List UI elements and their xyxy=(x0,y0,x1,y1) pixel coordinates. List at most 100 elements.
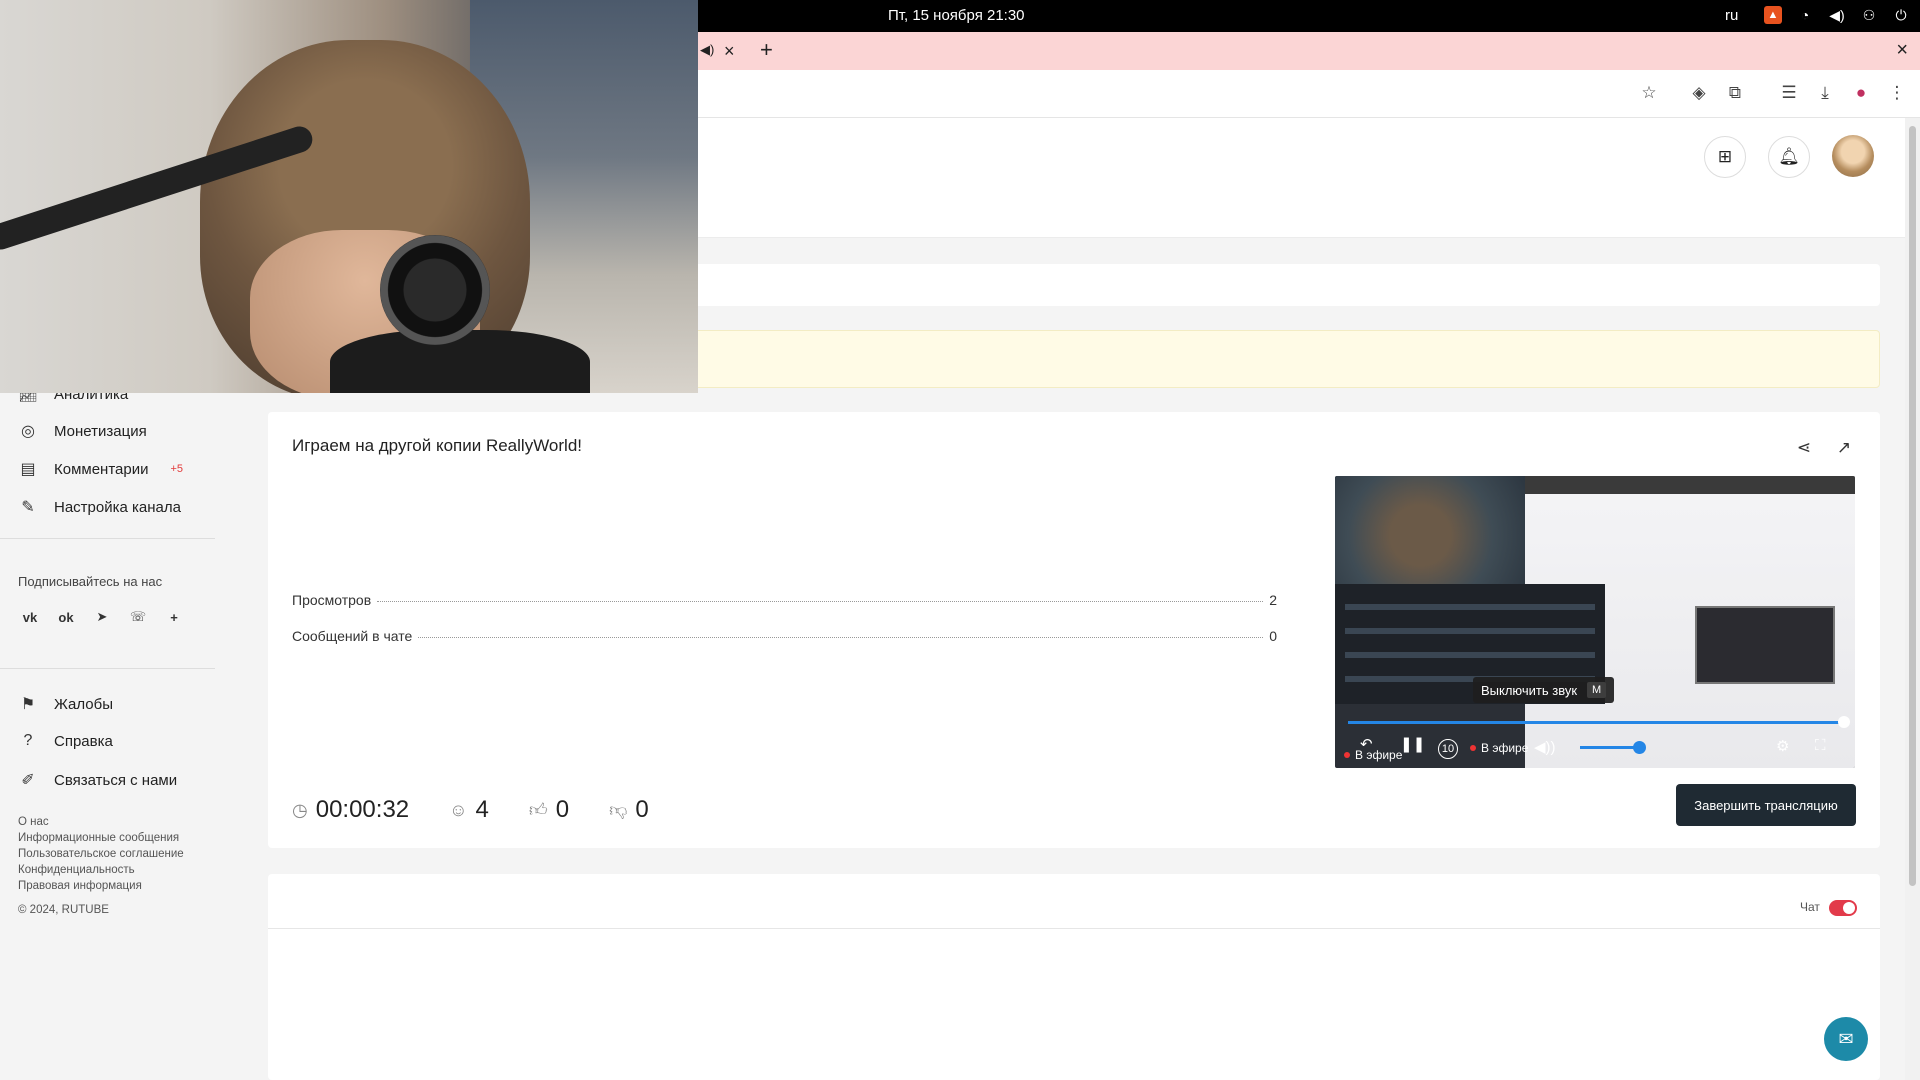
stream-preview-player[interactable] xyxy=(1335,476,1855,768)
external-link-icon[interactable]: ↗ xyxy=(1833,437,1855,459)
sidebar-item-complaints[interactable]: ⚑ Жалобы xyxy=(18,694,113,714)
viewers-metric: ☺ 4 xyxy=(449,796,489,824)
power-profile-icon[interactable]: ⚇ xyxy=(1860,6,1878,24)
live-indicator: В эфире xyxy=(1344,748,1402,762)
upload-button[interactable]: ⊞ xyxy=(1704,136,1746,178)
chat-toggle-label: Чат xyxy=(1800,900,1820,914)
profile-icon[interactable]: ● xyxy=(1850,82,1872,104)
likes-value: 0 xyxy=(555,796,570,823)
kebab-menu-icon[interactable]: ⋮ xyxy=(1886,82,1908,104)
copyright: © 2024, RUTUBE xyxy=(18,904,109,916)
scrollbar-thumb[interactable] xyxy=(1909,126,1916,886)
duration-value: 00:00:32 xyxy=(315,796,410,823)
volume-knob[interactable] xyxy=(1633,741,1646,754)
footer-link-terms[interactable]: Пользовательское соглашение xyxy=(18,848,184,860)
social-links: vk ok ➤ ☏ + xyxy=(18,605,186,629)
duration-metric: ◷ 00:00:32 xyxy=(292,796,409,824)
notifications-button[interactable]: 🔔︎ xyxy=(1768,136,1810,178)
stat-label: Сообщений в чате xyxy=(292,628,413,644)
support-chat-button[interactable]: ✉ xyxy=(1824,1017,1868,1061)
tooltip-text: Выключить звук xyxy=(1481,682,1578,698)
player-progress-bar[interactable] xyxy=(1348,716,1850,728)
webcam-microphone xyxy=(380,235,490,345)
power-icon[interactable]: ⏻ xyxy=(1892,6,1910,24)
vk-icon[interactable]: vk xyxy=(18,605,42,629)
chat-card xyxy=(268,874,1880,1080)
progress-knob[interactable] xyxy=(1838,716,1850,728)
fullscreen-icon[interactable]: ⛶ xyxy=(1815,737,1826,754)
volume-icon[interactable]: ◀)) xyxy=(1534,738,1556,756)
dotted-leader xyxy=(418,637,1264,638)
tooltip-hotkey: M xyxy=(1587,682,1607,698)
puzzle-icon[interactable]: ⧉ xyxy=(1724,82,1746,104)
sidebar-item-help[interactable]: ? Справка xyxy=(18,732,113,750)
tab-close-button[interactable]: × xyxy=(724,41,735,62)
sidebar-item-monetization[interactable]: ◎ Монетизация xyxy=(18,421,147,441)
system-clock[interactable]: Пт, 15 ноября 21:30 xyxy=(888,7,1025,24)
stat-value: 0 xyxy=(1269,628,1277,644)
webcam-overlay xyxy=(0,0,698,393)
sidebar-item-label: Монетизация xyxy=(54,422,147,440)
sidebar-item-label: Настройка канала xyxy=(54,498,181,516)
star-icon[interactable]: ☆ xyxy=(1638,82,1660,104)
app-indicator-icon[interactable]: ▲ xyxy=(1764,6,1782,24)
avatar[interactable] xyxy=(1832,135,1874,177)
rewind-10-icon[interactable]: 10 xyxy=(1438,739,1458,759)
likes-metric: 👍︎ 0 xyxy=(529,796,569,824)
comments-count-badge: +5 xyxy=(170,463,184,475)
sidebar-item-comments[interactable]: ▤ Комментарии +5 xyxy=(18,459,183,479)
sidebar-item-contact[interactable]: ✐ Связаться с нами xyxy=(18,770,177,790)
chat-bubble-icon: ✉ xyxy=(1838,1028,1854,1049)
wrench-icon: ✎ xyxy=(21,499,35,516)
telegram-icon[interactable]: ➤ xyxy=(90,605,114,629)
pencil-icon: ✐ xyxy=(21,772,35,789)
flag-icon: ⚑ xyxy=(20,696,36,713)
page-scrollbar[interactable] xyxy=(1905,118,1920,1080)
extension-shield-icon[interactable]: ◈ xyxy=(1688,82,1710,104)
sidebar-item-channel-settings[interactable]: ✎ Настройка канала xyxy=(18,497,181,517)
pause-icon[interactable]: ❚❚ xyxy=(1400,735,1425,753)
stream-metrics: ◷ 00:00:32 ☺ 4 👍︎ 0 👎︎ 0 xyxy=(292,796,649,824)
player-webcam-content xyxy=(1335,476,1525,584)
plus-square-icon: ⊞ xyxy=(1717,147,1733,166)
window-close-button[interactable]: × xyxy=(1896,39,1908,62)
clock-icon: ◷ xyxy=(292,799,308,820)
footer-link-about[interactable]: О нас xyxy=(18,816,49,828)
end-stream-button[interactable]: Завершить трансляцию xyxy=(1676,784,1856,826)
keyboard-layout-indicator[interactable]: ru xyxy=(1725,7,1738,24)
bell-icon: 🔔︎ xyxy=(1778,147,1800,166)
sidebar-item-label: Жалобы xyxy=(54,695,113,713)
footer-link-info[interactable]: Информационные сообщения xyxy=(18,832,179,844)
dislikes-value: 0 xyxy=(635,796,649,823)
viewer-icon: ☺ xyxy=(449,799,468,820)
share-icon[interactable]: ⋖ xyxy=(1793,437,1815,459)
new-tab-button[interactable]: + xyxy=(760,37,773,63)
download-icon[interactable]: ⤓ xyxy=(1814,82,1836,104)
ok-icon[interactable]: ok xyxy=(54,605,78,629)
dislikes-metric: 👎︎ 0 xyxy=(609,796,649,824)
viewers-value: 4 xyxy=(475,796,489,823)
follow-us-title: Подписывайтесь на нас xyxy=(18,574,163,589)
plus-icon[interactable]: + xyxy=(162,605,186,629)
wifi-icon[interactable]: ◔ xyxy=(1796,6,1814,24)
speaker-icon[interactable]: ◀) xyxy=(700,42,714,58)
media-queue-icon[interactable]: ☰ xyxy=(1778,82,1800,104)
sidebar-item-label: Связаться с нами xyxy=(54,771,178,789)
footer-link-privacy[interactable]: Конфиденциальность xyxy=(18,864,135,876)
sidebar-item-label: Комментарии xyxy=(54,460,149,478)
chat-toggle[interactable] xyxy=(1829,900,1857,916)
live-indicator-secondary[interactable]: В эфире xyxy=(1470,741,1528,755)
chat-divider xyxy=(268,928,1880,929)
settings-icon[interactable]: ⚙ xyxy=(1776,737,1789,755)
stat-chat-messages: Сообщений в чате 0 xyxy=(292,628,1277,644)
viber-icon[interactable]: ☏ xyxy=(126,605,150,629)
question-icon: ? xyxy=(23,732,33,749)
sidebar-divider xyxy=(0,538,215,539)
comments-icon: ▤ xyxy=(20,461,36,478)
stream-title: Играем на другой копии ReallyWorld! xyxy=(292,436,582,455)
dotted-leader xyxy=(377,601,1264,602)
footer-link-legal[interactable]: Правовая информация xyxy=(18,880,142,892)
system-tray: ▲ ◔ ◀) ⚇ ⏻ xyxy=(1764,6,1910,24)
volume-icon[interactable]: ◀) xyxy=(1828,6,1846,24)
volume-slider[interactable] xyxy=(1580,741,1646,754)
